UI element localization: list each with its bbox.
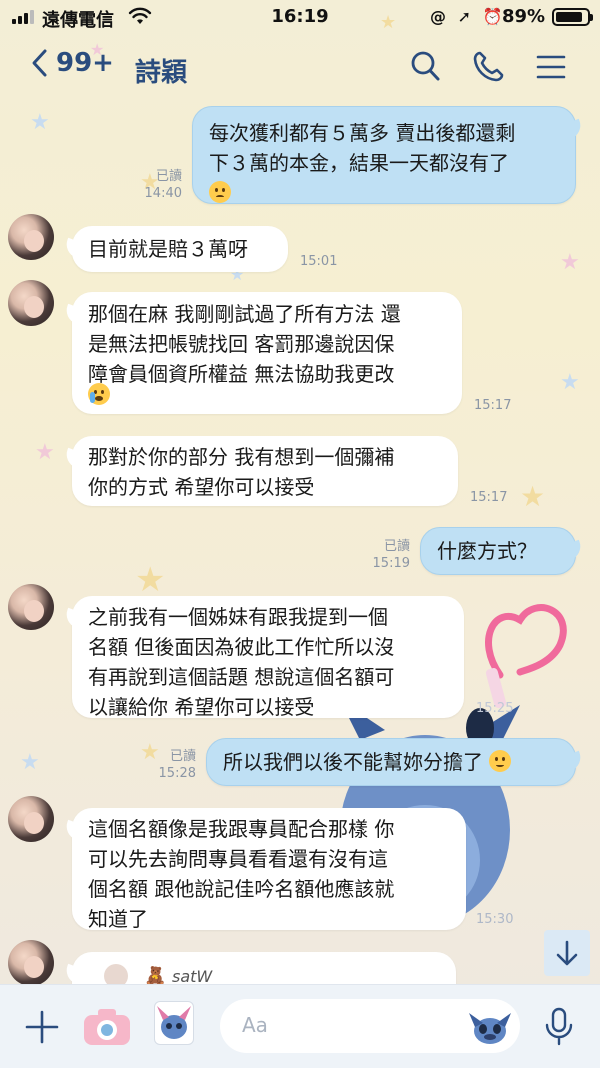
chevron-left-icon [32,49,47,77]
message-bubble-incoming[interactable]: 之前我有一個姊妹有跟我提到一個 名額 但後面因為彼此工作忙所以沒 有再說到這個話… [72,596,464,719]
chat-header: 99+ 詩穎 [0,36,600,100]
message-line: 有再說到這個話題 想說這個名額可 [88,665,395,689]
message-line: 個名額 跟他說記佳吟名額他應該就 [88,877,395,901]
message-time: 15:30 [476,912,514,927]
message-line: 之前我有一個姊妹有跟我提到一個 [88,605,388,629]
message-bubble-incoming[interactable]: 那對於你的部分 我有想到一個彌補 你的方式 希望你可以接受 [72,436,458,506]
stitch-icon [157,1006,191,1039]
avatar[interactable] [8,584,54,630]
phone-icon[interactable] [472,50,504,84]
back-button[interactable]: 99+ [30,48,114,78]
message-meta: 已讀 15:19 [356,538,410,572]
heart-wand-decoration [485,604,567,708]
message-bubble-outgoing[interactable]: 所以我們以後不能幫妳分擔了 [206,738,576,786]
search-icon[interactable] [410,50,442,84]
read-receipt: 已讀 [169,749,196,764]
message-bubble-outgoing[interactable]: 什麼方式？ [420,527,576,575]
message-line: 所以我們以後不能幫妳分擔了 [223,750,483,774]
battery-level [556,12,583,22]
star-decoration: ★ [560,250,580,275]
status-bar: 遠傳電信 16:19 @ ➚ ⏰ 89% [0,0,600,34]
message-line: 障會員個資所權益 無法協助我更改 [88,362,395,386]
message-bubble-incoming[interactable]: 那個在麻 我剛剛試過了所有方法 還 是無法把帳號找回 客罰那邊說因保 障會員個資… [72,292,462,414]
star-decoration: ★ [35,440,55,465]
message-time: 15:25 [476,701,514,716]
avatar[interactable] [8,280,54,326]
star-decoration: ★ [135,560,166,600]
status-icons: @ ➚ ⏰ [430,7,506,26]
camera-icon[interactable] [82,1007,132,1047]
message-time: 15:17 [470,490,508,505]
message-input-container [220,999,520,1053]
crying-face-icon [88,383,110,405]
battery-icon [552,8,593,26]
message-line: 那對於你的部分 我有想到一個彌補 [88,445,395,469]
message-line: 名額 但後面因為彼此工作忙所以沒 [88,635,395,659]
message-line: 可以先去詢問專員看看還有沒有這 [88,847,388,871]
avatar[interactable] [8,796,54,842]
message-time: 15:01 [300,254,338,269]
avatar[interactable] [8,214,54,260]
message-line: 下３萬的本金，結果一天都沒有了 [209,151,509,175]
menu-icon[interactable] [536,54,566,80]
star-decoration: ★ [20,750,40,775]
microphone-icon[interactable] [544,1007,574,1047]
emoji-sticker-icon[interactable] [468,1005,512,1047]
message-input-bar [0,984,600,1068]
message-bubble-incoming[interactable]: 這個名額像是我跟專員配合那樣 你 可以先去詢問專員看看還有沒有這 個名額 跟他說… [72,808,466,931]
read-receipt: 已讀 [383,539,410,554]
message-meta: 已讀 15:28 [140,748,196,782]
message-line: 知道了 [88,907,148,931]
message-line: 每次獲利都有５萬多 賣出後都還剩 [209,121,516,145]
star-decoration: ★ [520,480,546,513]
message-bubble-incoming[interactable]: 目前就是賠３萬呀 [72,226,288,272]
unread-count: 99+ [56,48,114,78]
sticker-icon[interactable] [154,1001,194,1045]
plus-icon[interactable] [24,1009,60,1045]
star-decoration: ★ [30,110,50,135]
message-time: 15:19 [372,556,410,571]
avatar[interactable] [8,940,54,986]
scroll-to-bottom-button[interactable] [544,930,590,976]
message-time: 14:40 [144,186,182,201]
message-line: 是無法把帳號找回 客罰那邊說因保 [88,332,395,356]
star-decoration: ★ [560,370,580,395]
pensive-face-icon [489,750,512,772]
message-meta: 已讀 14:40 [128,168,182,202]
message-input[interactable] [242,1013,452,1037]
read-receipt: 已讀 [155,169,182,184]
message-bubble-outgoing[interactable]: 每次獲利都有５萬多 賣出後都還剩 下３萬的本金，結果一天都沒有了 [192,106,576,204]
message-line: 這個名額像是我跟專員配合那樣 你 [88,817,395,841]
message-time: 15:28 [158,766,196,781]
message-line: 以讓給你 希望你可以接受 [88,695,315,719]
message-line: 那個在麻 我剛剛試過了所有方法 還 [88,302,401,326]
battery-percentage: 89% [502,6,546,27]
chat-title[interactable]: 詩穎 [135,52,187,89]
arrow-down-icon [556,940,578,966]
message-line: 什麼方式？ [437,539,537,563]
message-line: 你的方式 希望你可以接受 [88,475,315,499]
worried-face-icon [209,181,231,203]
message-line: 目前就是賠３萬呀 [88,237,248,261]
message-time: 15:17 [474,398,512,413]
